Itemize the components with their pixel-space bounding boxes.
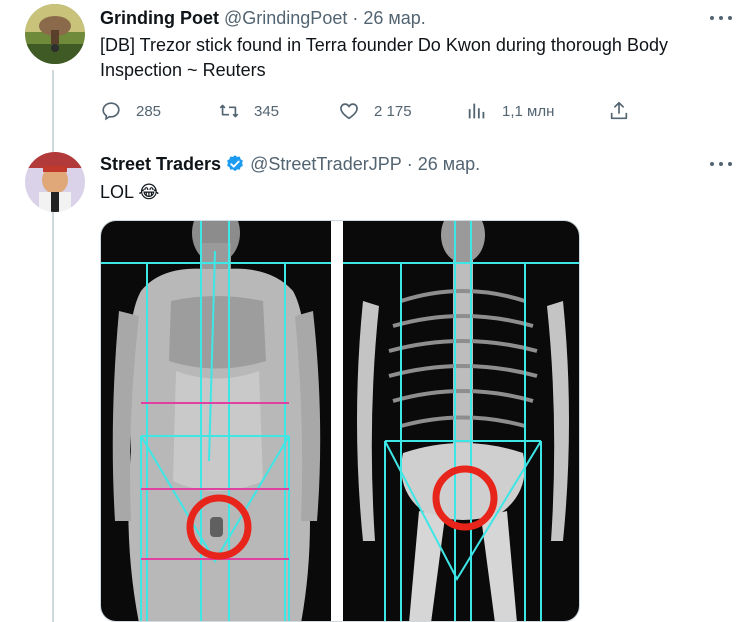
share-button[interactable]	[608, 98, 630, 124]
more-icon[interactable]	[710, 154, 732, 174]
retweet-icon	[219, 104, 239, 118]
tweet-text: LOL 😂	[100, 182, 160, 202]
views-icon	[468, 103, 485, 119]
like-count: 2 175	[374, 102, 412, 120]
separator: ·	[406, 153, 413, 174]
heart-icon	[340, 103, 358, 120]
body-scan-left	[101, 221, 331, 621]
author-handle[interactable]: @GrindingPoet	[224, 8, 347, 29]
reply-count: 285	[136, 102, 162, 120]
avatar[interactable]	[25, 152, 85, 212]
tweet-date[interactable]: 26 мар.	[363, 8, 425, 29]
share-icon	[610, 101, 628, 120]
author-handle[interactable]: @StreetTraderJPP	[250, 154, 402, 175]
separator: ·	[352, 7, 359, 28]
author-name[interactable]: Grinding Poet	[100, 8, 219, 29]
reply-button[interactable]: 285	[100, 98, 161, 124]
views-count: 1,1 млн	[502, 102, 555, 120]
tweet-media-image[interactable]	[100, 220, 580, 622]
tweet-text: [DB] Trezor stick found in Terra founder…	[100, 35, 668, 80]
author-name[interactable]: Street Traders	[100, 154, 221, 175]
tweet-header: Grinding Poet @GrindingPoet · 26 мар.	[100, 6, 426, 30]
tweet[interactable]: Grinding Poet @GrindingPoet · 26 мар. [D…	[0, 0, 746, 150]
like-button[interactable]: 2 175	[338, 98, 412, 124]
tweet-date[interactable]: 26 мар.	[418, 154, 480, 175]
verified-badge-icon	[227, 155, 243, 172]
tweet-actions: 285 345 2 175 1,1 млн	[100, 98, 640, 124]
reply-icon	[102, 102, 120, 121]
views-button[interactable]: 1,1 млн	[466, 98, 554, 124]
tweet-header: Street Traders @StreetTraderJPP · 26 мар…	[100, 152, 480, 176]
tweet[interactable]: Street Traders @StreetTraderJPP · 26 мар…	[0, 150, 746, 622]
body-scan-right	[343, 221, 579, 621]
avatar[interactable]	[25, 4, 85, 64]
retweet-count: 345	[254, 102, 280, 120]
retweet-button[interactable]: 345	[218, 98, 279, 124]
more-icon[interactable]	[710, 8, 732, 28]
